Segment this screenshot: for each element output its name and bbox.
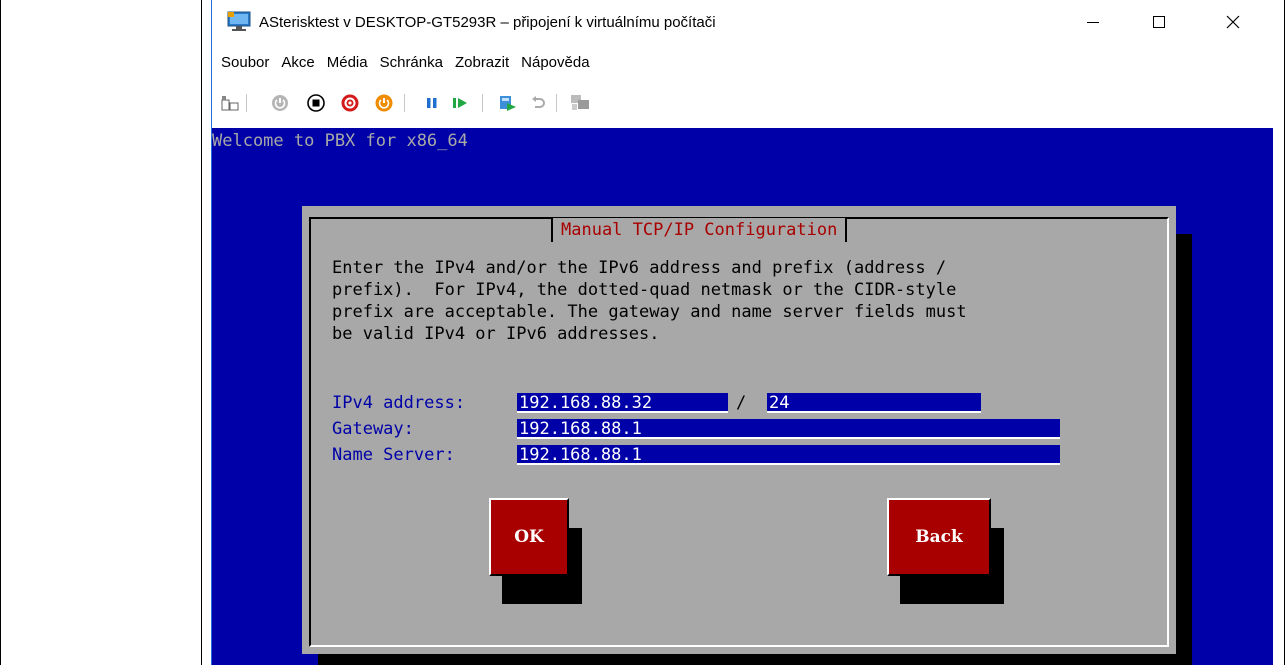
ipv4-address-field[interactable]: 192.168.88.32 [517,393,728,413]
menu-schranka[interactable]: Schránka [375,54,448,71]
window-title: ASterisktest v DESKTOP-GT5293R – připoje… [259,14,716,31]
minimize-icon [1087,21,1099,23]
maximize-icon [1153,16,1165,28]
name-server-field[interactable]: 192.168.88.1 [517,445,1060,465]
pause-icon[interactable] [422,93,442,113]
menu-zobrazit[interactable]: Zobrazit [450,54,514,71]
minimize-button[interactable] [1070,0,1116,44]
ok-button-label: OK [489,498,569,576]
ok-button[interactable]: OK [489,498,569,576]
table-border-right [1284,0,1285,665]
toolbar-separator [246,94,247,112]
resume-icon[interactable] [450,93,470,113]
menu-bar: Soubor Akce Média Schránka Zobrazit Nápo… [212,50,1272,74]
dialog-title: Manual TCP/IP Configuration [551,218,848,242]
shutdown-icon[interactable] [340,93,360,113]
menu-media[interactable]: Média [322,54,373,71]
close-icon [1226,15,1240,29]
gateway-label: Gateway: [332,419,414,439]
back-button-label: Back [887,498,991,576]
save-icon[interactable] [374,93,394,113]
title-bar[interactable]: ASterisktest v DESKTOP-GT5293R – připoje… [212,0,1272,46]
prefix-separator: / [736,393,747,413]
close-button[interactable] [1210,0,1256,44]
name-server-label: Name Server: [332,445,455,465]
console-welcome-text: Welcome to PBX for x86_64 [212,131,468,151]
menu-soubor[interactable]: Soubor [212,54,274,71]
revert-icon[interactable] [528,93,548,113]
vm-console-screen[interactable]: Welcome to PBX for x86_64 Manual TCP/IP … [212,128,1273,665]
toolbar-separator [404,94,405,112]
tcpip-config-dialog: Manual TCP/IP Configuration Enter the IP… [302,206,1176,654]
dialog-instructions: Enter the IPv4 and/or the IPv6 address a… [332,258,967,344]
back-button[interactable]: Back [887,498,991,576]
maximize-button[interactable] [1136,0,1182,44]
ctrl-alt-del-icon[interactable] [220,93,240,113]
vm-connection-window: ASterisktest v DESKTOP-GT5293R – připoje… [211,0,1273,665]
menu-akce[interactable]: Akce [276,54,319,71]
toolbar-separator [556,94,557,112]
table-border-divider [201,0,202,665]
ipv4-address-label: IPv4 address: [332,393,466,413]
toolbar-separator [482,94,483,112]
toolbar [212,88,1272,118]
gateway-field[interactable]: 192.168.88.1 [517,419,1060,439]
menu-napoveda[interactable]: Nápověda [516,54,594,71]
table-border-left [0,0,1,665]
ipv4-prefix-field[interactable]: 24 [767,393,981,413]
start-icon[interactable] [270,93,290,113]
turn-off-icon[interactable] [306,93,326,113]
vm-connect-icon [227,11,251,31]
checkpoint-icon[interactable] [498,93,518,113]
enhanced-session-icon[interactable] [570,93,590,113]
